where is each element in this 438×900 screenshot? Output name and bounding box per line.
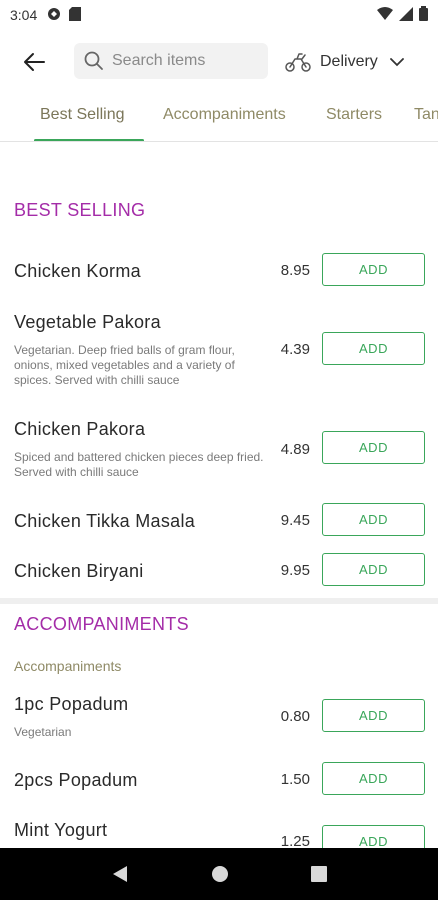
nav-recents-icon[interactable] xyxy=(311,866,327,882)
add-button[interactable]: ADD xyxy=(322,253,425,286)
delivery-selector[interactable]: Delivery xyxy=(284,46,404,78)
status-bar: 3:04 xyxy=(0,0,438,30)
tab-accompaniments[interactable]: Accompaniments xyxy=(163,106,286,124)
search-icon xyxy=(84,51,103,70)
item-name: Chicken Korma xyxy=(14,261,141,281)
item-price: 9.45 xyxy=(280,512,310,529)
arrow-left-icon xyxy=(24,53,45,71)
add-button[interactable]: ADD xyxy=(322,431,425,464)
top-bar: Delivery xyxy=(0,38,438,86)
item-name: Vegetable Pakora xyxy=(14,312,161,332)
wifi-icon xyxy=(377,6,393,24)
status-time: 3:04 xyxy=(10,7,38,23)
system-nav-bar xyxy=(0,848,438,900)
item-description: Vegetarian. Deep fried balls of gram flo… xyxy=(14,343,235,387)
section-title-accompaniments: ACCOMPANIMENTS xyxy=(14,614,189,634)
signal-icon xyxy=(399,6,413,24)
section-divider xyxy=(0,598,438,604)
item-description: Spiced and battered chicken pieces deep … xyxy=(14,450,264,479)
item-price: 9.95 xyxy=(280,562,310,579)
sd-card-icon xyxy=(69,6,82,24)
tab-starters[interactable]: Starters xyxy=(326,106,382,124)
item-name: 2pcs Popadum xyxy=(14,770,138,790)
active-tab-indicator xyxy=(34,139,144,141)
battery-icon xyxy=(419,6,428,24)
add-button[interactable]: ADD xyxy=(322,553,425,586)
item-description: Vegetarian xyxy=(14,725,72,739)
tab-best-selling[interactable]: Best Selling xyxy=(40,106,125,124)
item-name: Chicken Tikka Masala xyxy=(14,511,196,531)
item-name: Chicken Biryani xyxy=(14,561,144,581)
search-bar[interactable] xyxy=(74,43,268,79)
item-price: 1.50 xyxy=(280,771,310,788)
item-price: 0.80 xyxy=(280,708,310,725)
add-button[interactable]: ADD xyxy=(322,332,425,365)
subsection-title: Accompaniments xyxy=(14,658,122,674)
add-button[interactable]: ADD xyxy=(322,699,425,732)
scooter-icon xyxy=(285,53,311,72)
delivery-label: Delivery xyxy=(320,53,378,70)
item-name: Mint Yogurt xyxy=(14,820,108,840)
nav-home-icon[interactable] xyxy=(211,865,229,883)
nav-back-icon[interactable] xyxy=(111,865,129,883)
item-price: 4.89 xyxy=(280,441,310,458)
item-name: Chicken Pakora xyxy=(14,419,146,439)
add-button[interactable]: ADD xyxy=(322,503,425,536)
item-name: 1pc Popadum xyxy=(14,694,129,714)
tab-tandoori[interactable]: Tan xyxy=(414,106,438,124)
search-input[interactable] xyxy=(112,52,262,70)
sync-icon xyxy=(47,7,61,24)
category-tabs: Best Selling Accompaniments Starters Tan xyxy=(0,96,438,142)
item-price: 8.95 xyxy=(280,262,310,279)
add-button[interactable]: ADD xyxy=(322,762,425,795)
back-button[interactable] xyxy=(18,46,50,78)
chevron-down-icon xyxy=(389,58,404,67)
section-title-best-selling: BEST SELLING xyxy=(14,200,146,220)
item-price: 4.39 xyxy=(280,341,310,358)
